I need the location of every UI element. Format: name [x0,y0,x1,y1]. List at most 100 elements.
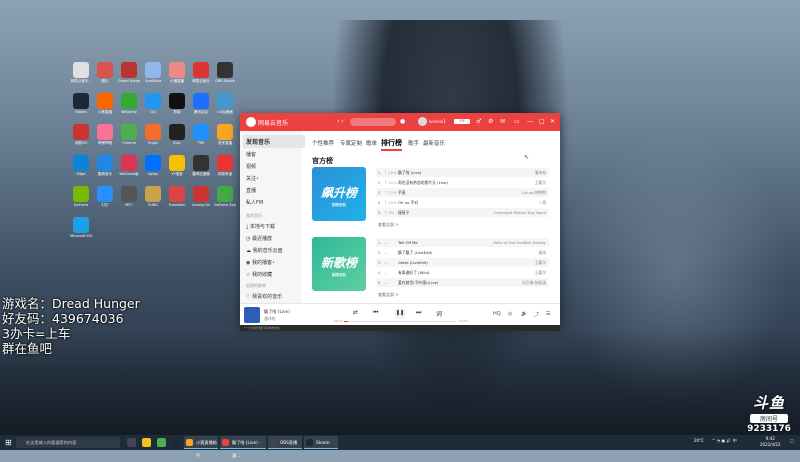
minimize-icon[interactable]: — [527,118,533,125]
song-row[interactable]: 3 ↑ 11% 手表 Lirium/何鸭鸭 [376,188,549,197]
chrome-icon[interactable] [157,438,166,447]
desktop-icon[interactable]: YY语音 [166,155,188,176]
theme-icon[interactable]: ♂ [476,118,481,125]
desktop-icon[interactable]: Dread Hunger [118,62,140,83]
desktop-icon[interactable]: 雷神加速器 [190,155,212,176]
desktop-icon[interactable]: 网易有道 [214,155,236,176]
desktop-icon[interactable]: Yuanshen [166,186,188,207]
desktop-icon[interactable]: Among Us [190,186,212,207]
desktop-icon[interactable]: WeGame [118,93,140,114]
sidebar-item-live[interactable]: 直播 [246,187,256,194]
chart-cover-new[interactable]: 新歌榜 刚刚更新 [312,237,366,291]
desktop-icon[interactable]: 网易云音乐... [70,62,92,83]
close-icon[interactable]: ✕ [550,118,555,125]
desktop-icon[interactable]: Microsoft Edge [70,217,92,238]
mic-icon[interactable]: ● [400,118,405,125]
desktop-icon[interactable]: 剪映 [166,93,188,114]
desktop-icon[interactable]: GeForce Experience [214,186,236,207]
desktop-icon[interactable]: Chrome [118,124,140,145]
now-playing-title[interactable]: 飘了啦 (Live) [264,309,290,315]
desktop-icon[interactable]: GeForce [70,186,92,207]
desktop-icon[interactable]: TIM [190,124,212,145]
sidebar-item-recent[interactable]: ◷ 最近播放 [246,235,272,242]
tab-playlist[interactable]: 歌单 [366,139,377,147]
sidebar-item-cloud[interactable]: ☁ 我的音乐云盘 [246,247,283,254]
desktop-icon[interactable]: Origin [142,124,164,145]
tab-recommend[interactable]: 个性推荐 [312,139,334,147]
now-playing-artist[interactable]: 潘玮柏 [264,316,275,322]
song-row[interactable]: 4 ↑ 10% Oh no 不对 二胡 [376,198,549,207]
tab-new-music[interactable]: 最新音乐 [423,139,445,147]
desktop-icon[interactable]: Steam [70,93,92,114]
maximize-icon[interactable]: □ [539,118,545,125]
tab-custom[interactable]: 专属定制 [340,139,362,147]
desktop-icon[interactable]: 虎牙直播 [214,124,236,145]
play-mode-icon[interactable]: ⇄ [353,309,358,316]
tray-icons[interactable]: ^ ◔ ▣ 🔊 中 [712,438,737,444]
desktop-icon[interactable]: 图片 [94,62,116,83]
song-row[interactable]: 3— Gotta (LiveEdit) 王嘉尔 [376,258,549,267]
steam-taskbar-icon[interactable] [171,438,180,447]
next-icon[interactable]: ⏭ [416,309,421,317]
album-art[interactable] [244,307,260,323]
lyrics-icon[interactable]: 词 [436,309,442,318]
tab-charts[interactable]: 排行榜 [381,138,402,151]
effect-icon[interactable]: ◎ [508,311,512,317]
taskbar-app-2[interactable]: OBS直播 [268,436,302,449]
song-row[interactable]: 5— 爱在前世(子叶版)(Live) 古巨基/张韶涵 [376,278,549,287]
desktop-icon[interactable]: Epic [166,124,188,145]
mini-mode-icon[interactable]: ▭ [514,118,520,125]
task-view-icon[interactable] [127,438,136,447]
desktop-icon[interactable]: UU加速器 [214,93,236,114]
file-explorer-icon[interactable] [142,438,151,447]
song-row[interactable]: 2 ↑ 12% 再也没有热恋的那片天 (Live) 王嘉尔 [376,178,549,187]
desktop-icon[interactable]: 网易UU [70,124,92,145]
weather-temp[interactable]: 20°C [694,438,704,443]
desktop-icon[interactable]: 腾讯会议 [190,93,212,114]
share-icon[interactable]: ⤴ [534,311,539,318]
desktop-icon[interactable]: QQ [142,93,164,114]
desktop-icon[interactable]: MFC [118,186,140,207]
desktop-icon[interactable]: 小猪直播 [166,62,188,83]
taskbar-search-input[interactable]: 在这里输入你要搜索的内容 [16,437,120,448]
sidebar-item-discover[interactable]: 发现音乐 [243,135,305,148]
windows-start-icon[interactable]: ⊞ [5,438,12,447]
back-forward-icon[interactable]: ‹ › [337,118,344,125]
sidebar-item-fm[interactable]: 私人FM [246,199,263,206]
volume-icon[interactable]: 🔊 [521,311,527,317]
desktop-icon[interactable]: WeGame版 [118,155,140,176]
sidebar-item-liked[interactable]: ♡ 我喜欢的音乐 [246,293,282,300]
vip-badge[interactable]: VIP [454,119,470,124]
sidebar-item-video[interactable]: 视频 [246,163,256,170]
song-row[interactable]: 1— Tell Off Me Hollo of the Goldfish Blood… [376,238,549,247]
sidebar-item-collection[interactable]: ☆ 我的收藏 [246,271,272,278]
avatar[interactable] [418,117,427,126]
sidebar-item-mypodcast[interactable]: ◉ 我的播客• [246,259,275,266]
song-row[interactable]: 2— 飘了飘了 (LiveEdit) 潘玮 [376,248,549,257]
desktop-icon[interactable]: 酷狗音乐 [94,155,116,176]
sidebar-item-podcast[interactable]: 播客 [246,151,256,158]
quality-icon[interactable]: HQ [493,311,501,317]
pause-button[interactable]: ❚❚ [394,307,406,319]
tab-artists[interactable]: 歌手 [408,139,419,147]
taskbar-app-1[interactable]: 飘了啦 (Live) - 潘... [220,436,266,458]
playlist-icon[interactable]: ☰ [546,311,550,317]
sidebar-item-local[interactable]: ⤓ 本地与下载 [246,223,275,230]
see-all-link[interactable]: 查看全部 > [378,222,399,228]
desktop-icon[interactable]: OBS Studio [214,62,236,83]
mail-icon[interactable]: ✉ [500,118,505,125]
desktop-icon[interactable]: 网易云音乐 [190,62,212,83]
desktop-icon[interactable]: 斗鱼直播 [94,93,116,114]
username[interactable]: lvxinlin1 [429,119,446,124]
desktop-icon[interactable]: PUBG [142,186,164,207]
taskbar-app-3[interactable]: Steam [304,436,338,449]
see-all-link[interactable]: 查看全部 > [378,292,399,298]
song-row[interactable]: 5 ↑ 9% 接接子 Overnight Mutual Boy Band [376,208,549,217]
previous-icon[interactable]: ⏮ [373,309,378,317]
desktop-icon[interactable]: OneDrive [142,62,164,83]
settings-icon[interactable]: ⚙ [488,118,493,125]
desktop-icon[interactable]: 哔哩哔哩 [94,124,116,145]
desktop-icon[interactable]: Uplay [142,155,164,176]
search-input[interactable] [350,118,396,126]
system-clock[interactable]: 9:42 2022/4/22 [760,436,781,448]
